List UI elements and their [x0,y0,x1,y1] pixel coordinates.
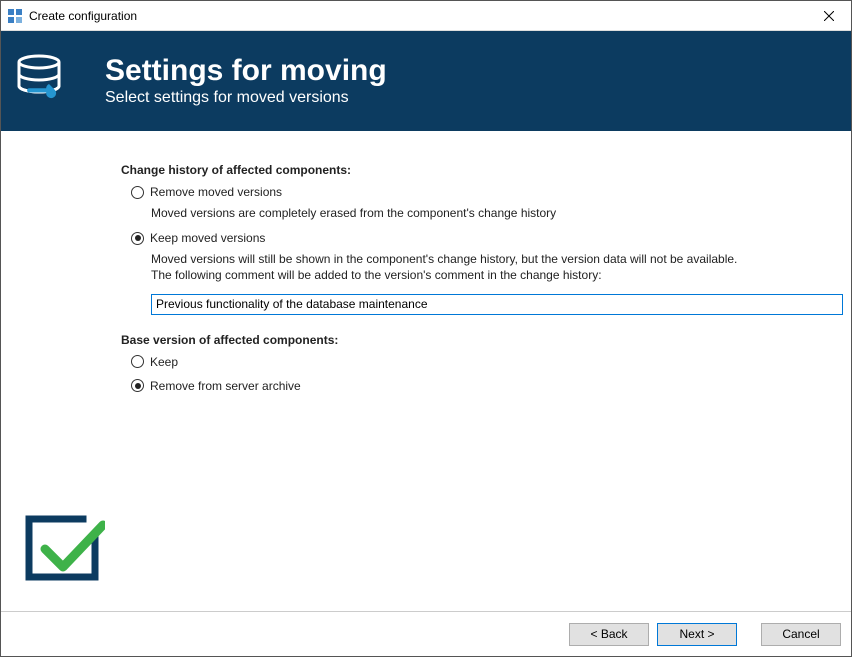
app-icon [7,8,23,24]
checkmark-icon [19,505,105,591]
radio-icon [131,186,144,199]
banner: Settings for moving Select settings for … [1,31,851,131]
radio-base-keep[interactable]: Keep [131,355,827,369]
radio-icon [131,232,144,245]
next-button[interactable]: Next > [657,623,737,646]
keep-desc-line1: Moved versions will still be shown in th… [151,252,737,266]
radio-keep-moved[interactable]: Keep moved versions [131,231,827,245]
footer: < Back Next > Cancel [1,611,851,656]
remove-desc: Moved versions are completely erased fro… [151,205,827,221]
dialog-window: Create configuration Settings for moving… [0,0,852,657]
content: Change history of affected components: R… [1,131,851,611]
banner-text: Settings for moving Select settings for … [105,55,387,107]
window-title: Create configuration [29,9,806,23]
close-button[interactable] [806,1,851,31]
comment-input-wrap [151,294,827,315]
keep-desc-line2: The following comment will be added to t… [151,268,602,282]
banner-title: Settings for moving [105,55,387,87]
back-button[interactable]: < Back [569,623,649,646]
radio-label: Keep [150,355,178,369]
radio-remove-moved[interactable]: Remove moved versions [131,185,827,199]
banner-subtitle: Select settings for moved versions [105,89,387,107]
cancel-button[interactable]: Cancel [761,623,841,646]
radio-icon [131,355,144,368]
section1-title: Change history of affected components: [121,163,827,177]
keep-desc: Moved versions will still be shown in th… [151,251,827,283]
titlebar: Create configuration [1,1,851,31]
radio-label: Keep moved versions [150,231,265,245]
radio-label: Remove moved versions [150,185,282,199]
comment-input[interactable] [151,294,843,315]
database-wrench-icon [15,50,77,112]
section2-title: Base version of affected components: [121,333,827,347]
radio-base-remove[interactable]: Remove from server archive [131,379,827,393]
radio-icon [131,379,144,392]
radio-label: Remove from server archive [150,379,301,393]
